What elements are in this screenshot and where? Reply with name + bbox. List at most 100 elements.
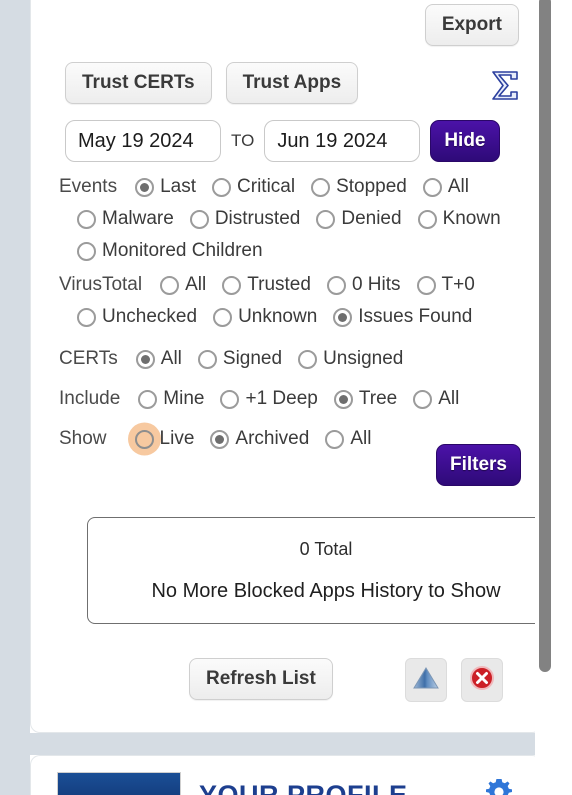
radio-indicator — [416, 275, 436, 295]
filter-row-label: Show — [59, 428, 107, 449]
filters-button-wrap: Filters — [435, 444, 521, 486]
radio-label: Malware — [102, 208, 174, 229]
radio-indicator — [326, 275, 346, 295]
radio-indicator — [325, 429, 345, 449]
radio-virustotal-unknown[interactable]: Unknown — [213, 302, 317, 332]
radio-label: Unchecked — [102, 306, 198, 327]
triangle-up-icon — [412, 665, 440, 696]
close-button[interactable] — [461, 658, 503, 702]
radio-label: Unsigned — [323, 348, 404, 369]
app-viewport: Export Trust CERTs Trust Apps TO Hide — [0, 0, 572, 795]
radio-indicator — [197, 349, 217, 369]
radio-label: +1 Deep — [245, 388, 318, 409]
radio-events-denied[interactable]: Denied — [316, 204, 402, 234]
radio-indicator — [333, 389, 353, 409]
radio-indicator — [213, 307, 233, 327]
radio-include-mine[interactable]: Mine — [138, 384, 204, 414]
profile-panel: YOUR PROFILE — [30, 755, 542, 795]
radio-include-all[interactable]: All — [413, 384, 459, 414]
filter-options-area: Events Last Critical Stopped All Malware… — [59, 172, 543, 458]
radio-label: 0 Hits — [351, 274, 401, 295]
radio-events-monitored-children[interactable]: Monitored Children — [77, 236, 263, 266]
radio-certs-unsigned[interactable]: Unsigned — [298, 344, 403, 374]
radio-virustotal-unchecked[interactable]: Unchecked — [77, 302, 197, 332]
refresh-list-button[interactable]: Refresh List — [189, 658, 333, 700]
results-empty-message: No More Blocked Apps History to Show — [151, 579, 501, 602]
radio-label: T+0 — [441, 274, 475, 295]
radio-indicator — [311, 177, 331, 197]
results-panel: 0 Total No More Blocked Apps History to … — [87, 517, 565, 624]
radio-indicator — [298, 349, 318, 369]
profile-thumbnail — [57, 772, 181, 795]
radio-indicator — [135, 349, 155, 369]
radio-indicator — [77, 241, 96, 261]
filter-row-events: Events Last Critical Stopped All Malware… — [59, 172, 543, 266]
icon-button-group — [405, 658, 503, 702]
radio-events-critical[interactable]: Critical — [212, 172, 295, 202]
radio-indicator — [77, 307, 96, 327]
date-range-row: TO Hide — [65, 120, 500, 162]
radio-label: All — [438, 388, 460, 409]
radio-virustotal-all[interactable]: All — [160, 270, 206, 300]
radio-label: Critical — [237, 176, 296, 197]
radio-label: Monitored Children — [102, 240, 263, 261]
radio-indicator — [134, 429, 154, 449]
hide-button[interactable]: Hide — [430, 120, 500, 162]
radio-label: Known — [442, 208, 501, 229]
radio-show-archived[interactable]: Archived — [210, 424, 309, 454]
radio-label: All — [350, 428, 372, 449]
radio-virustotal-0-hits[interactable]: 0 Hits — [326, 270, 401, 300]
page-right-band — [554, 0, 572, 795]
filter-row-include: Include Mine +1 Deep Tree All — [59, 384, 543, 414]
radio-events-known[interactable]: Known — [417, 204, 501, 234]
export-row: Export — [424, 4, 519, 46]
radio-show-live[interactable]: Live — [134, 424, 194, 454]
radio-events-stopped[interactable]: Stopped — [311, 172, 407, 202]
radio-label: Stopped — [336, 176, 407, 197]
scroll-to-top-button[interactable] — [405, 658, 447, 702]
date-from-input[interactable] — [65, 120, 221, 162]
radio-indicator — [222, 275, 242, 295]
radio-events-all[interactable]: All — [422, 172, 469, 202]
radio-certs-signed[interactable]: Signed — [197, 344, 283, 374]
export-button[interactable]: Export — [424, 4, 519, 46]
radio-label: Unknown — [238, 306, 318, 327]
close-circle-icon — [468, 664, 496, 697]
filter-row-label: Include — [59, 388, 121, 409]
radio-include-plus-1-deep[interactable]: +1 Deep — [220, 384, 318, 414]
filter-row-virustotal: VirusTotal All Trusted 0 Hits T+0 Unchec… — [59, 270, 543, 332]
date-to-input[interactable] — [264, 120, 421, 162]
radio-virustotal-issues-found[interactable]: Issues Found — [333, 302, 472, 332]
blocked-apps-history-panel: Export Trust CERTs Trust Apps TO Hide — [30, 0, 565, 733]
filter-row-label: VirusTotal — [59, 274, 143, 295]
radio-show-all[interactable]: All — [325, 424, 371, 454]
radio-events-last[interactable]: Last — [135, 172, 196, 202]
results-total-count: 0 Total — [299, 538, 353, 559]
radio-virustotal-t-plus-0[interactable]: T+0 — [416, 270, 475, 300]
radio-indicator — [422, 177, 442, 197]
radio-label: All — [447, 176, 469, 197]
radio-events-malware[interactable]: Malware — [77, 204, 174, 234]
radio-certs-all[interactable]: All — [135, 344, 182, 374]
page-left-band-lower — [0, 755, 30, 795]
radio-label: Archived — [235, 428, 310, 449]
radio-label: Distrusted — [214, 208, 301, 229]
filters-button[interactable]: Filters — [435, 444, 521, 486]
radio-label: Last — [160, 176, 197, 197]
radio-events-distrusted[interactable]: Distrusted — [189, 204, 301, 234]
radio-label: Trusted — [247, 274, 311, 295]
sigma-summary-icon[interactable] — [483, 64, 527, 108]
scrollbar-thumb[interactable] — [539, 0, 551, 672]
trust-apps-button[interactable]: Trust Apps — [225, 62, 359, 104]
profile-title: YOUR PROFILE — [199, 780, 408, 795]
radio-indicator — [135, 177, 155, 197]
trust-certs-button[interactable]: Trust CERTs — [65, 62, 212, 104]
radio-indicator — [210, 429, 230, 449]
gear-icon[interactable] — [483, 776, 515, 795]
trust-button-row: Trust CERTs Trust Apps — [65, 62, 545, 104]
radio-label: Mine — [163, 388, 205, 409]
radio-indicator — [413, 389, 433, 409]
radio-include-tree[interactable]: Tree — [333, 384, 397, 414]
radio-virustotal-trusted[interactable]: Trusted — [222, 270, 311, 300]
radio-label: Signed — [222, 348, 283, 369]
